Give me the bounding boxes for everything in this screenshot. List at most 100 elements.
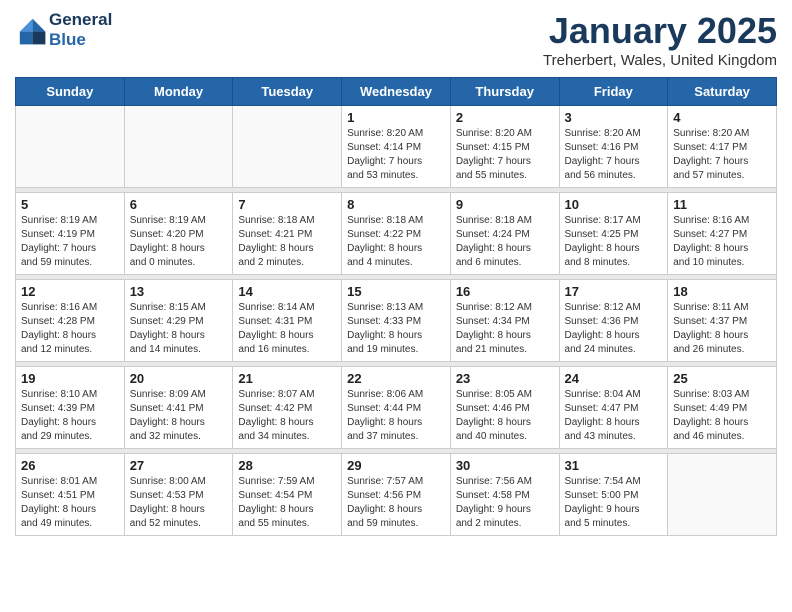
table-row: 30Sunrise: 7:56 AM Sunset: 4:58 PM Dayli… <box>450 454 559 536</box>
day-info: Sunrise: 8:16 AM Sunset: 4:28 PM Dayligh… <box>21 301 119 357</box>
table-row <box>124 106 233 188</box>
day-info: Sunrise: 8:12 AM Sunset: 4:34 PM Dayligh… <box>456 301 554 357</box>
table-row: 1 Sunrise: 8:20 AM Sunset: 4:14 PM Daylig… <box>342 106 451 188</box>
table-row: 9 Sunrise: 8:18 AM Sunset: 4:24 PM Daylig… <box>450 193 559 275</box>
day-number: 4 <box>673 110 771 125</box>
day-number: 3 <box>565 110 663 125</box>
main-title: January 2025 <box>543 10 777 52</box>
day-info: Sunrise: 8:10 AM Sunset: 4:39 PM Dayligh… <box>21 388 119 444</box>
table-row: 20 Sunrise: 8:09 AM Sunset: 4:41 PM Dayli… <box>124 367 233 449</box>
day-number: 21 <box>238 371 336 386</box>
table-row: 31 Sunrise: 7:54 AM Sunset: 5:00 PM Dayli… <box>559 454 668 536</box>
day-info: Sunrise: 8:04 AM Sunset: 4:47 PM Dayligh… <box>565 388 663 444</box>
day-info: Sunrise: 8:20 AM Sunset: 4:17 PM Dayligh… <box>673 127 771 183</box>
day-number: 9 <box>456 197 554 212</box>
table-row: 13 Sunrise: 8:15 AM Sunset: 4:29 PM Dayli… <box>124 280 233 362</box>
col-monday: Monday <box>124 78 233 106</box>
calendar-page: General Blue January 2025 Treherbert, Wa… <box>0 0 792 546</box>
col-friday: Friday <box>559 78 668 106</box>
logo-line2: Blue <box>49 30 112 50</box>
table-row: 12 Sunrise: 8:16 AM Sunset: 4:28 PM Dayli… <box>16 280 125 362</box>
day-number: 12 <box>21 284 119 299</box>
day-number: 15 <box>347 284 445 299</box>
calendar-header-row: Sunday Monday Tuesday Wednesday Thursday… <box>16 78 777 106</box>
day-info: Sunrise: 7:56 AM Sunset: 4:58 PM Dayligh… <box>456 475 554 531</box>
day-number: 19 <box>21 371 119 386</box>
day-number: 10 <box>565 197 663 212</box>
day-number: 13 <box>130 284 228 299</box>
day-info: Sunrise: 7:59 AM Sunset: 4:54 PM Dayligh… <box>238 475 336 531</box>
logo-icon <box>15 14 47 46</box>
day-info: Sunrise: 8:12 AM Sunset: 4:36 PM Dayligh… <box>565 301 663 357</box>
day-info: Sunrise: 8:18 AM Sunset: 4:24 PM Dayligh… <box>456 214 554 270</box>
day-number: 31 <box>565 458 663 473</box>
day-info: Sunrise: 8:11 AM Sunset: 4:37 PM Dayligh… <box>673 301 771 357</box>
day-number: 17 <box>565 284 663 299</box>
table-row: 17 Sunrise: 8:12 AM Sunset: 4:36 PM Dayli… <box>559 280 668 362</box>
table-row: 5Sunrise: 8:19 AM Sunset: 4:19 PM Daylig… <box>16 193 125 275</box>
day-info: Sunrise: 7:54 AM Sunset: 5:00 PM Dayligh… <box>565 475 663 531</box>
table-row: 29Sunrise: 7:57 AM Sunset: 4:56 PM Dayli… <box>342 454 451 536</box>
day-number: 16 <box>456 284 554 299</box>
table-row: 11Sunrise: 8:16 AM Sunset: 4:27 PM Dayli… <box>668 193 777 275</box>
day-info: Sunrise: 8:18 AM Sunset: 4:21 PM Dayligh… <box>238 214 336 270</box>
table-row: 8Sunrise: 8:18 AM Sunset: 4:22 PM Daylig… <box>342 193 451 275</box>
col-sunday: Sunday <box>16 78 125 106</box>
table-row: 18 Sunrise: 8:11 AM Sunset: 4:37 PM Dayli… <box>668 280 777 362</box>
table-row: 21Sunrise: 8:07 AM Sunset: 4:42 PM Dayli… <box>233 367 342 449</box>
calendar-table: Sunday Monday Tuesday Wednesday Thursday… <box>15 77 777 536</box>
day-number: 7 <box>238 197 336 212</box>
day-number: 8 <box>347 197 445 212</box>
table-row: 23 Sunrise: 8:05 AM Sunset: 4:46 PM Dayli… <box>450 367 559 449</box>
table-row: 7 Sunrise: 8:18 AM Sunset: 4:21 PM Daylig… <box>233 193 342 275</box>
table-row <box>16 106 125 188</box>
table-row: 22 Sunrise: 8:06 AM Sunset: 4:44 PM Dayli… <box>342 367 451 449</box>
day-number: 26 <box>21 458 119 473</box>
day-info: Sunrise: 8:09 AM Sunset: 4:41 PM Dayligh… <box>130 388 228 444</box>
day-number: 18 <box>673 284 771 299</box>
logo-text: General Blue <box>49 10 112 50</box>
col-tuesday: Tuesday <box>233 78 342 106</box>
day-info: Sunrise: 8:20 AM Sunset: 4:14 PM Dayligh… <box>347 127 445 183</box>
day-number: 14 <box>238 284 336 299</box>
day-info: Sunrise: 8:05 AM Sunset: 4:46 PM Dayligh… <box>456 388 554 444</box>
day-info: Sunrise: 8:15 AM Sunset: 4:29 PM Dayligh… <box>130 301 228 357</box>
page-header: General Blue January 2025 Treherbert, Wa… <box>15 10 777 69</box>
day-info: Sunrise: 8:20 AM Sunset: 4:15 PM Dayligh… <box>456 127 554 183</box>
table-row: 10Sunrise: 8:17 AM Sunset: 4:25 PM Dayli… <box>559 193 668 275</box>
day-info: Sunrise: 8:03 AM Sunset: 4:49 PM Dayligh… <box>673 388 771 444</box>
table-row: 24 Sunrise: 8:04 AM Sunset: 4:47 PM Dayli… <box>559 367 668 449</box>
col-wednesday: Wednesday <box>342 78 451 106</box>
day-info: Sunrise: 8:06 AM Sunset: 4:44 PM Dayligh… <box>347 388 445 444</box>
day-info: Sunrise: 8:20 AM Sunset: 4:16 PM Dayligh… <box>565 127 663 183</box>
day-number: 22 <box>347 371 445 386</box>
day-number: 20 <box>130 371 228 386</box>
table-row: 6Sunrise: 8:19 AM Sunset: 4:20 PM Daylig… <box>124 193 233 275</box>
table-row: 25Sunrise: 8:03 AM Sunset: 4:49 PM Dayli… <box>668 367 777 449</box>
day-number: 28 <box>238 458 336 473</box>
table-row: 4 Sunrise: 8:20 AM Sunset: 4:17 PM Daylig… <box>668 106 777 188</box>
logo-line1: General <box>49 10 112 30</box>
day-number: 29 <box>347 458 445 473</box>
day-info: Sunrise: 8:16 AM Sunset: 4:27 PM Dayligh… <box>673 214 771 270</box>
table-row: 2Sunrise: 8:20 AM Sunset: 4:15 PM Daylig… <box>450 106 559 188</box>
day-number: 24 <box>565 371 663 386</box>
day-info: Sunrise: 8:01 AM Sunset: 4:51 PM Dayligh… <box>21 475 119 531</box>
table-row: 3 Sunrise: 8:20 AM Sunset: 4:16 PM Daylig… <box>559 106 668 188</box>
day-number: 1 <box>347 110 445 125</box>
table-row: 19 Sunrise: 8:10 AM Sunset: 4:39 PM Dayli… <box>16 367 125 449</box>
table-row: 28 Sunrise: 7:59 AM Sunset: 4:54 PM Dayli… <box>233 454 342 536</box>
day-info: Sunrise: 8:13 AM Sunset: 4:33 PM Dayligh… <box>347 301 445 357</box>
col-thursday: Thursday <box>450 78 559 106</box>
day-info: Sunrise: 8:19 AM Sunset: 4:20 PM Dayligh… <box>130 214 228 270</box>
col-saturday: Saturday <box>668 78 777 106</box>
logo: General Blue <box>15 10 112 50</box>
day-number: 27 <box>130 458 228 473</box>
day-number: 23 <box>456 371 554 386</box>
day-info: Sunrise: 8:19 AM Sunset: 4:19 PM Dayligh… <box>21 214 119 270</box>
table-row: 15 Sunrise: 8:13 AM Sunset: 4:33 PM Dayli… <box>342 280 451 362</box>
table-row: 27 Sunrise: 8:00 AM Sunset: 4:53 PM Dayli… <box>124 454 233 536</box>
day-info: Sunrise: 8:00 AM Sunset: 4:53 PM Dayligh… <box>130 475 228 531</box>
subtitle: Treherbert, Wales, United Kingdom <box>543 52 777 69</box>
day-info: Sunrise: 8:14 AM Sunset: 4:31 PM Dayligh… <box>238 301 336 357</box>
